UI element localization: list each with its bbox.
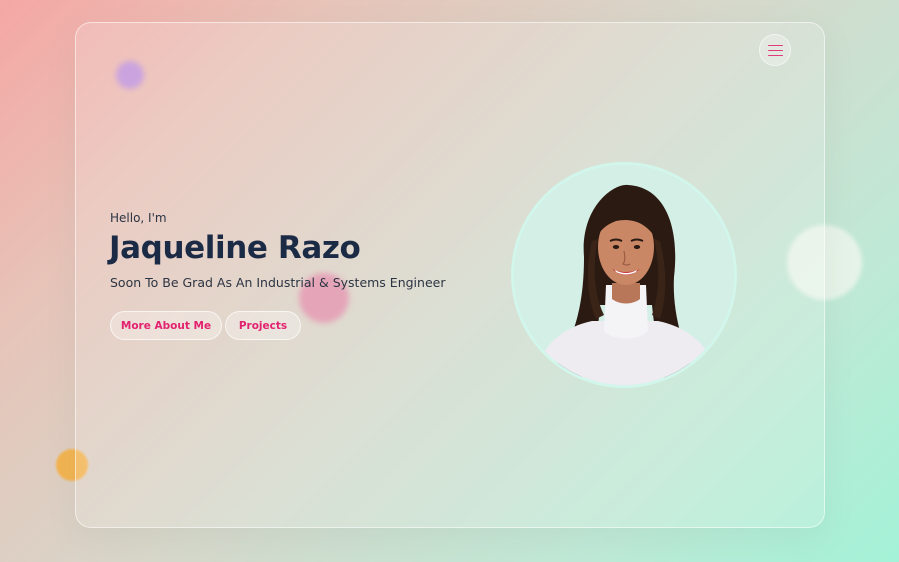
hero-tagline: Soon To Be Grad As An Industrial & Syste… [110, 275, 446, 290]
hamburger-menu-icon [767, 44, 783, 56]
profile-photo [511, 162, 737, 388]
profile-portrait-image [514, 165, 734, 385]
projects-button[interactable]: Projects [225, 311, 301, 340]
greeting-text: Hello, I'm [110, 211, 167, 225]
menu-button[interactable] [759, 34, 791, 66]
hero-name: Jaqueline Razo [109, 230, 361, 266]
more-about-me-button[interactable]: More About Me [110, 311, 222, 340]
